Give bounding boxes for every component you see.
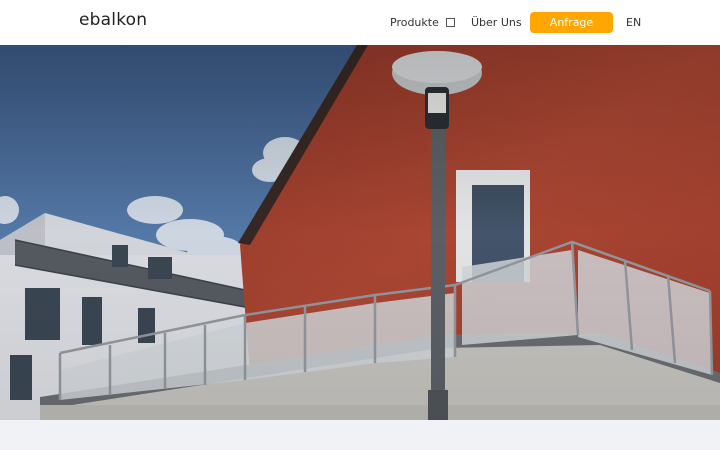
page-background-band xyxy=(0,420,720,450)
nav-ueber-uns[interactable]: Über Uns xyxy=(471,0,522,45)
anfrage-button[interactable]: Anfrage xyxy=(530,12,613,33)
nav-produkte[interactable]: Produkte xyxy=(390,0,455,45)
hero-image xyxy=(0,45,720,420)
site-header: ebalkon Produkte Über Uns Anfrage EN xyxy=(0,0,720,45)
nav-produkte-label: Produkte xyxy=(390,16,439,29)
logo[interactable]: ebalkon xyxy=(79,10,147,30)
language-switch[interactable]: EN xyxy=(626,0,641,45)
chevron-down-icon xyxy=(445,18,455,27)
